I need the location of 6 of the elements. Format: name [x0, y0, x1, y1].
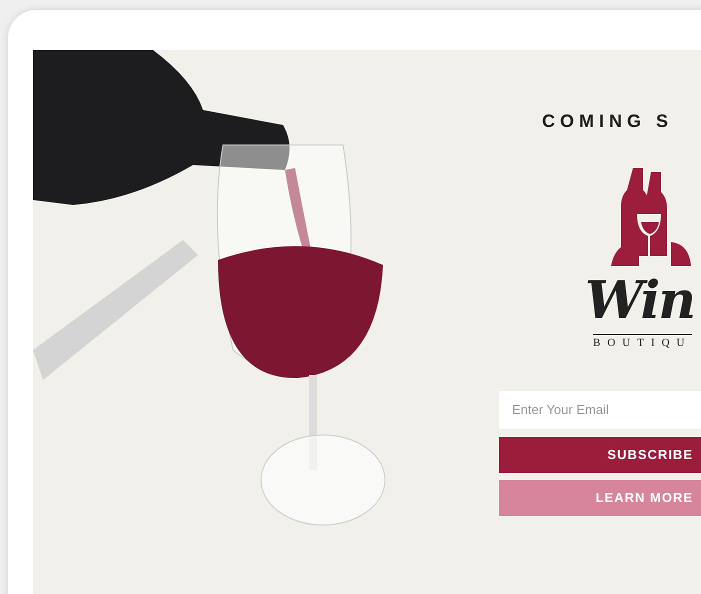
logo-script-text: Win — [585, 269, 694, 333]
logo-subtitle: BOUTIQU — [593, 334, 692, 352]
subscribe-button[interactable]: SUBSCRIBE — [499, 436, 701, 472]
email-field[interactable]: Enter Your Email — [499, 390, 701, 428]
coming-soon-heading: COMING S — [542, 110, 674, 133]
wine-bottles-glass-logo-icon — [611, 168, 691, 266]
